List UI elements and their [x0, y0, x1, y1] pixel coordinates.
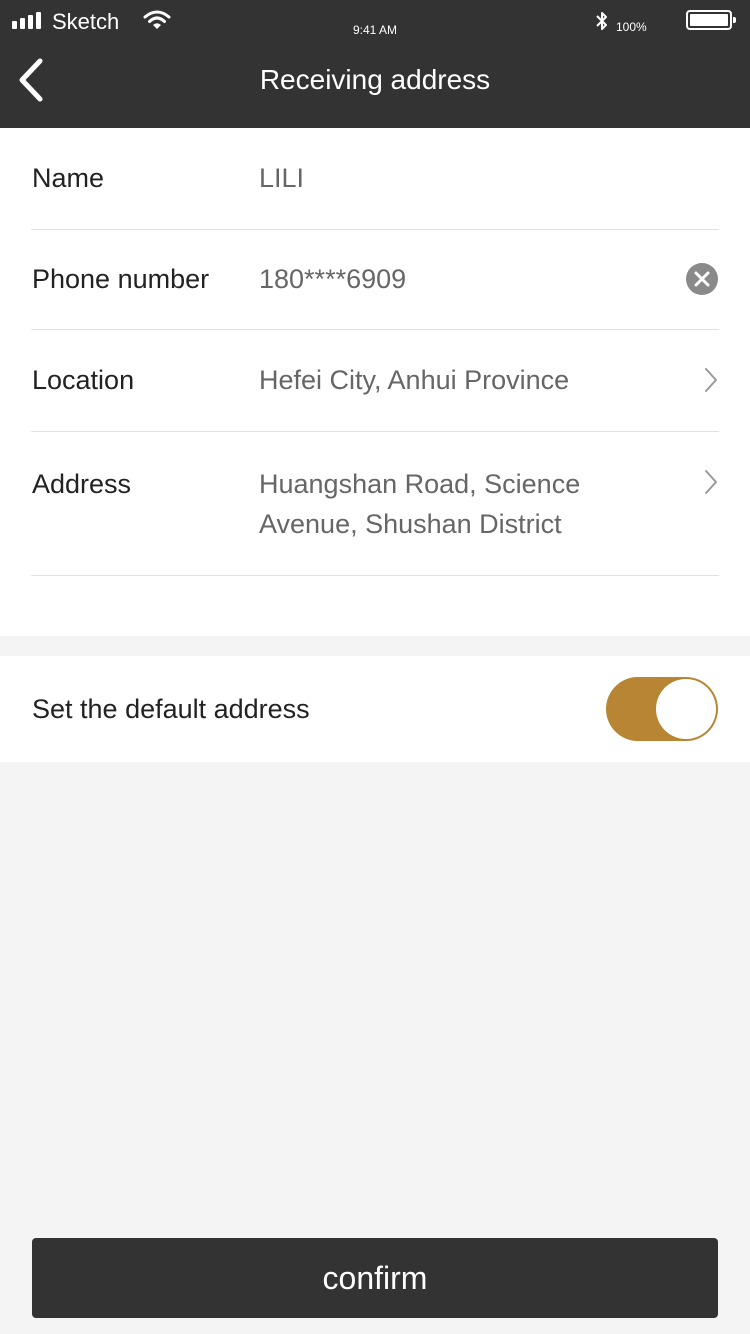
address-row[interactable]: Address Huangshan Road, Science Avenue, … [31, 432, 719, 576]
status-bar: Sketch 9:41 AM 100% [0, 0, 750, 44]
location-value: Hefei City, Anhui Province [259, 365, 570, 395]
page-title: Receiving address [259, 64, 491, 95]
app-header: Sketch 9:41 AM 100% Receiving address [0, 0, 750, 128]
confirm-button[interactable]: confirm [32, 1238, 718, 1318]
location-label: Location [32, 365, 135, 395]
chevron-right-icon[interactable] [703, 468, 719, 496]
bluetooth-icon [596, 12, 607, 30]
address-form: Name LILI Phone number 180****6909 Locat… [0, 128, 750, 636]
name-field[interactable]: LILI [259, 158, 679, 198]
location-row[interactable]: Location Hefei City, Anhui Province [31, 330, 719, 432]
address-value: Huangshan Road, Science Avenue, Shushan … [259, 469, 581, 539]
name-row[interactable]: Name LILI [31, 128, 719, 230]
default-address-toggle[interactable] [606, 677, 718, 741]
toggle-knob [656, 679, 716, 739]
clear-input-icon[interactable] [685, 262, 719, 296]
battery-icon [686, 10, 736, 30]
phone-row[interactable]: Phone number 180****6909 [31, 230, 719, 330]
default-address-label: Set the default address [32, 694, 310, 724]
name-label: Name [32, 163, 105, 193]
phone-label: Phone number [32, 264, 210, 294]
battery-percent: 100% [616, 20, 647, 34]
address-label: Address [32, 469, 132, 499]
chevron-right-icon[interactable] [703, 366, 719, 394]
phone-field[interactable]: 180****6909 [259, 259, 679, 299]
